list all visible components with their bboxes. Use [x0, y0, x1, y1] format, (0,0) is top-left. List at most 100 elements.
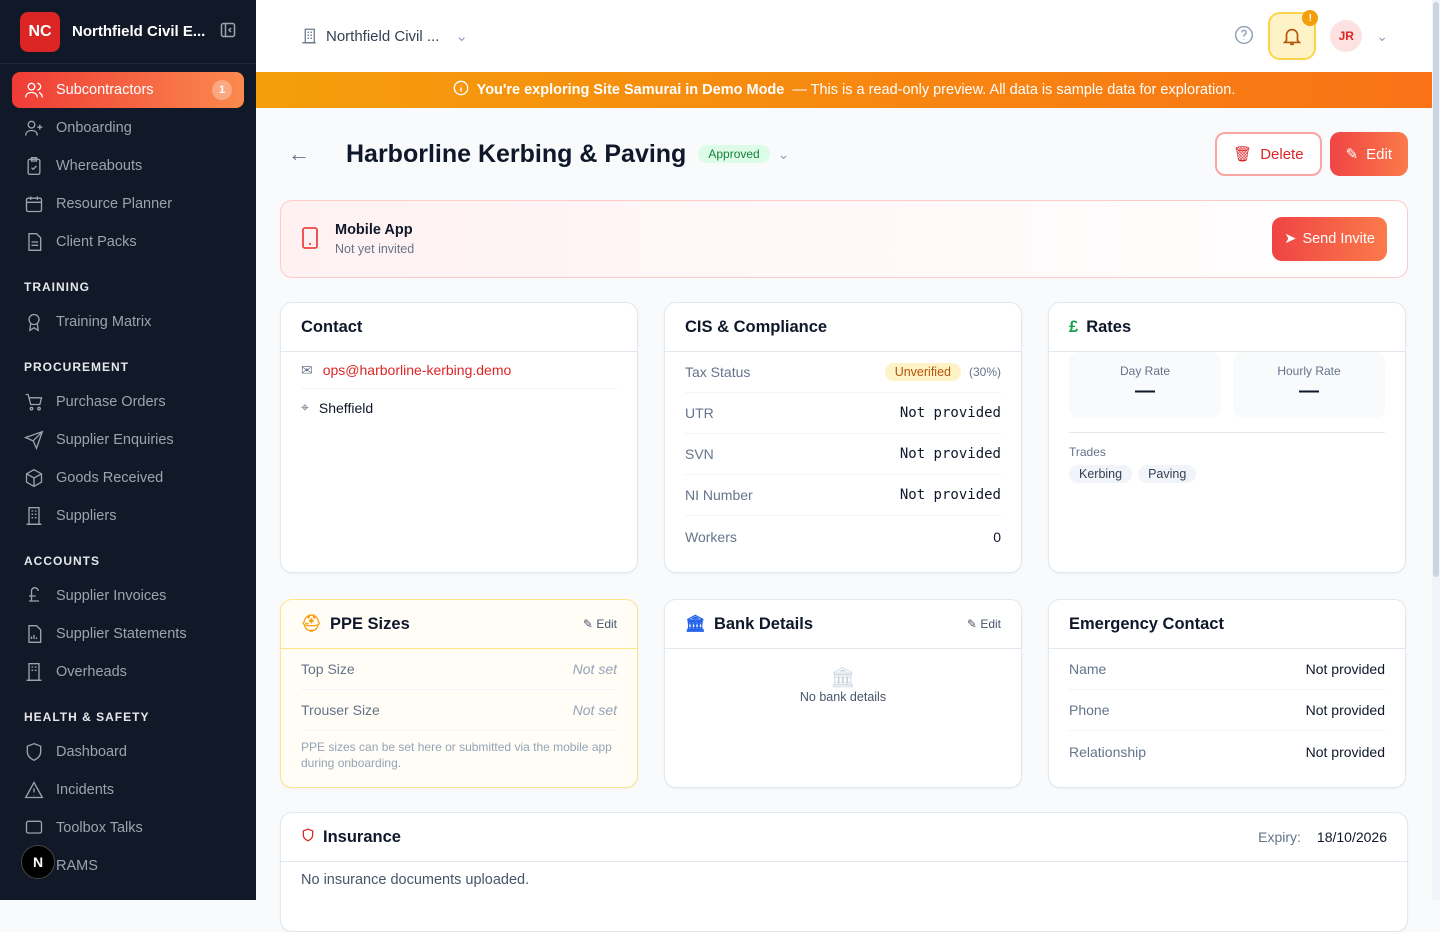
- nav-label: Subcontractors: [56, 82, 154, 98]
- sidebar-item-supplier-invoices[interactable]: Supplier Invoices: [12, 578, 244, 614]
- emergency-contact-card: Emergency Contact Name Not provided Phone…: [1048, 599, 1406, 788]
- user-avatar[interactable]: JR: [1330, 20, 1363, 52]
- hard-hat-icon: ⛑: [301, 614, 322, 633]
- card-title: Contact: [281, 303, 637, 352]
- row-label: NI Number: [685, 487, 753, 503]
- help-icon[interactable]: [1234, 25, 1254, 48]
- edit-button[interactable]: ✎ Edit: [1329, 132, 1408, 176]
- row-label: SVN: [685, 446, 714, 462]
- file-text-icon: [28, 233, 42, 251]
- building-icon: [302, 28, 316, 44]
- expiry-label: Expiry:: [1258, 829, 1301, 845]
- bell-icon: [1282, 28, 1302, 46]
- sidebar-item-purchase-orders[interactable]: Purchase Orders: [12, 384, 244, 420]
- org-name[interactable]: Northfield Civil E...: [72, 23, 220, 40]
- sidebar-item-overheads[interactable]: Overheads: [12, 654, 244, 690]
- sidebar-item-incidents[interactable]: Incidents: [12, 772, 244, 808]
- trade-tag: Paving: [1138, 465, 1197, 483]
- notification-badge: !: [1302, 10, 1319, 26]
- sidebar-item-whereabouts[interactable]: Whereabouts: [12, 148, 244, 184]
- section-heading: ACCOUNTS: [24, 554, 100, 568]
- nav-label: Supplier Enquiries: [56, 432, 174, 448]
- package-icon: [25, 468, 43, 488]
- count-badge: 1: [212, 80, 232, 100]
- edit-label: Edit: [596, 617, 617, 631]
- notifications-button[interactable]: !: [1268, 10, 1319, 60]
- nav-label: Goods Received: [56, 470, 164, 486]
- map-pin-icon: ⌖: [301, 399, 309, 415]
- nav-label: Dashboard: [56, 744, 127, 760]
- insurance-card: Insurance Expiry: 18/10/2026 No insurance…: [280, 812, 1408, 932]
- sidebar-item-goods-received[interactable]: Goods Received: [12, 460, 244, 496]
- nav-label: Resource Planner: [56, 196, 173, 212]
- phone-value: Not provided: [1305, 702, 1385, 718]
- sidebar-item-toolbox-talks[interactable]: Toolbox Talks: [12, 810, 244, 846]
- tax-status-badge: Unverified: [884, 363, 961, 381]
- sidebar-item-onboarding[interactable]: Onboarding: [12, 110, 244, 146]
- pound-icon: [29, 587, 39, 602]
- sidebar-item-resource-planner[interactable]: Resource Planner: [12, 186, 244, 222]
- message-icon: [25, 820, 43, 834]
- org-switcher[interactable]: Northfield Civil ... ⌄: [300, 27, 468, 45]
- section-heading: TRAINING: [24, 280, 90, 294]
- scrollbar[interactable]: [1432, 0, 1440, 900]
- trade-tag: Kerbing: [1069, 465, 1133, 483]
- send-invite-button[interactable]: ➤ Send Invite: [1272, 217, 1387, 261]
- svn-value: Not provided: [899, 446, 1001, 462]
- sidebar-item-suppliers[interactable]: Suppliers: [12, 498, 244, 534]
- back-arrow-icon[interactable]: ←: [288, 141, 310, 167]
- chevron-down-icon: ⌄: [455, 28, 468, 45]
- warning-icon: [24, 781, 44, 799]
- smartphone-icon: [301, 226, 319, 252]
- sidebar-item-training-matrix[interactable]: Training Matrix: [12, 304, 244, 340]
- edit-label: Edit: [1366, 145, 1392, 163]
- mobile-title: Mobile App: [335, 222, 413, 238]
- users-icon: [25, 82, 43, 98]
- card-title: Emergency Contact: [1049, 600, 1405, 649]
- utr-value: Not provided: [899, 405, 1001, 421]
- sidebar-item-supplier-statements[interactable]: Supplier Statements: [12, 616, 244, 652]
- card-title: CIS & Compliance: [665, 303, 1021, 352]
- section-heading: PROCUREMENT: [24, 360, 130, 374]
- send-icon: [24, 430, 44, 450]
- section-heading: HEALTH & SAFETY: [24, 710, 150, 724]
- empty-state: No bank details: [799, 690, 887, 704]
- nav-label: Supplier Statements: [56, 626, 187, 642]
- trades-label: Trades: [1069, 445, 1106, 459]
- status-chevron-down-icon[interactable]: ⌄: [778, 146, 790, 163]
- row-label: Phone: [1069, 702, 1110, 718]
- top-size-value: Not set: [572, 661, 617, 677]
- sidebar-item-subcontractors[interactable]: Subcontractors 1: [12, 72, 244, 108]
- nav-label: Client Packs: [56, 234, 137, 250]
- sidebar-item-dashboard[interactable]: Dashboard: [12, 734, 244, 770]
- dev-tools-button[interactable]: N: [21, 845, 55, 879]
- nav-label: Overheads: [56, 664, 127, 680]
- nav-label: Onboarding: [56, 120, 132, 136]
- row-label: Tax Status: [685, 364, 751, 380]
- tax-rate: (30%): [968, 365, 1001, 379]
- top-bar: Northfield Civil ... ⌄ ! JR ⌄: [256, 0, 1432, 72]
- bank-edit-button[interactable]: ✎ Edit: [967, 617, 1001, 631]
- bank-icon: 🏛: [830, 667, 856, 689]
- row-label: UTR: [685, 405, 714, 421]
- card-title: Rates: [1086, 317, 1132, 336]
- row-label: Workers: [685, 528, 737, 545]
- hourly-rate-value: —: [1299, 380, 1319, 402]
- sidebar-item-client-packs[interactable]: Client Packs: [12, 224, 244, 260]
- expiry-value: 18/10/2026: [1316, 829, 1387, 845]
- workers-value: 0: [993, 528, 1001, 545]
- hourly-rate-label: Hourly Rate: [1277, 364, 1341, 378]
- nav-label: Incidents: [56, 782, 115, 798]
- bank-details-card: 🏛 Bank Details ✎ Edit 🏛 No bank details: [664, 599, 1022, 788]
- location: Sheffield: [318, 399, 374, 416]
- sidebar-item-supplier-enquiries[interactable]: Supplier Enquiries: [12, 422, 244, 458]
- email-link[interactable]: ops@harborline-kerbing.demo: [323, 362, 512, 378]
- chevron-down-icon[interactable]: ⌄: [1376, 28, 1388, 45]
- collapse-sidebar-icon[interactable]: [220, 22, 236, 41]
- ppe-edit-button[interactable]: ✎ Edit: [583, 617, 617, 631]
- banner-text: — This is a read-only preview. All data …: [792, 82, 1236, 98]
- edit-label: Edit: [980, 617, 1001, 631]
- mail-icon: ✉: [301, 361, 313, 378]
- nav-label: Whereabouts: [56, 158, 143, 174]
- delete-button[interactable]: 🗑 Delete: [1215, 132, 1322, 176]
